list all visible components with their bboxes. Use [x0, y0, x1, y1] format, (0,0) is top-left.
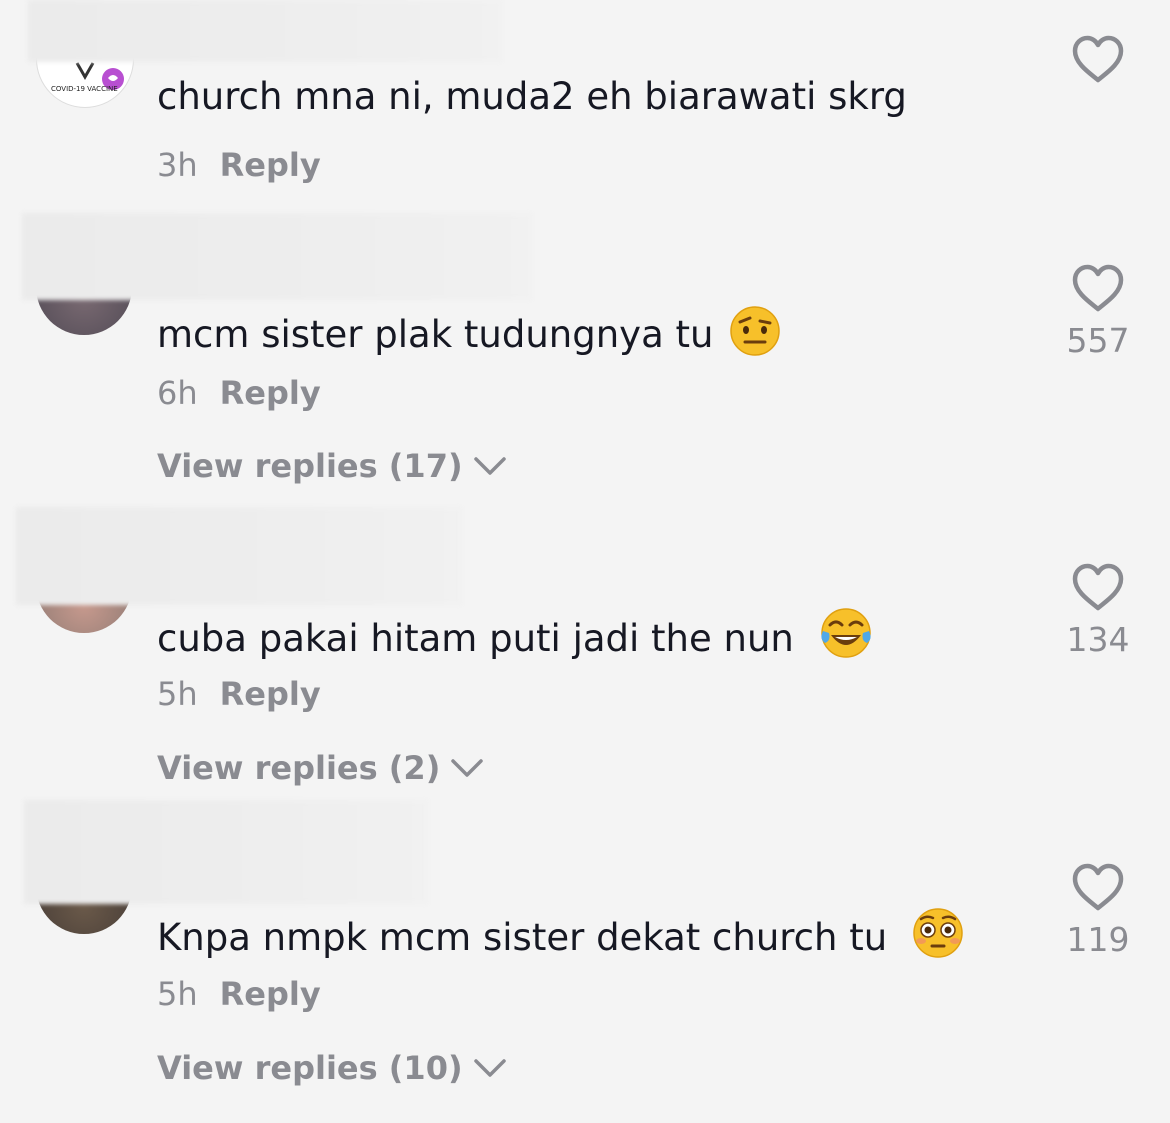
comment-item: COVID-19 VACCINE church mna ni, muda2 eh… [0, 0, 1170, 210]
like-button[interactable]: 557 [1056, 263, 1140, 360]
view-replies-label: View replies (17) [157, 447, 463, 485]
comment-meta: 3h Reply [157, 146, 321, 184]
blurred-username [22, 213, 532, 300]
comment-meta: 5h Reply [157, 675, 321, 713]
comment-text: church mna ni, muda2 eh biarawati skrg [157, 75, 907, 118]
chevron-down-icon [473, 457, 506, 475]
comment-item: mcm sister plak tudungnya tu 6h Reply Vie… [0, 213, 1170, 503]
like-button[interactable] [1056, 34, 1140, 84]
flushed-emoji [913, 908, 963, 958]
comment-item: cuba pakai hitam puti jadi the nun 5h Rep… [0, 507, 1170, 797]
like-button[interactable]: 119 [1056, 862, 1140, 959]
comment-text: cuba pakai hitam puti jadi the nun [157, 605, 874, 661]
chevron-down-icon [451, 759, 484, 777]
tears-of-joy-emoji [820, 608, 871, 658]
like-count: 119 [1066, 920, 1130, 959]
view-replies-label: View replies (2) [157, 749, 441, 787]
comment-text: Knpa nmpk mcm sister dekat church tu [157, 906, 965, 960]
reply-button[interactable]: Reply [220, 675, 321, 713]
timestamp: 5h [157, 975, 198, 1013]
view-replies-button[interactable]: View replies (17) [157, 447, 507, 485]
heart-icon [1072, 264, 1124, 312]
like-button[interactable]: 134 [1056, 562, 1140, 659]
comment-item: Knpa nmpk mcm sister dekat church tu 5h R… [0, 800, 1170, 1123]
timestamp: 3h [157, 146, 198, 184]
like-count: 557 [1066, 321, 1130, 360]
comment-meta: 6h Reply [157, 374, 321, 412]
raised-eyebrow-emoji [730, 306, 780, 356]
view-replies-button[interactable]: View replies (10) [157, 1049, 507, 1087]
blurred-username [28, 0, 502, 62]
reply-button[interactable]: Reply [220, 975, 321, 1013]
heart-icon [1072, 35, 1124, 83]
comment-meta: 5h Reply [157, 975, 321, 1013]
reply-button[interactable]: Reply [220, 374, 321, 412]
heart-icon [1072, 863, 1124, 911]
blurred-username [24, 800, 428, 904]
heart-icon [1072, 563, 1124, 611]
like-count: 134 [1066, 620, 1130, 659]
blurred-username [16, 507, 462, 605]
view-replies-label: View replies (10) [157, 1049, 463, 1087]
timestamp: 6h [157, 374, 198, 412]
comment-text: mcm sister plak tudungnya tu [157, 305, 781, 357]
chevron-down-icon [473, 1059, 506, 1077]
view-replies-button[interactable]: View replies (2) [157, 749, 484, 787]
reply-button[interactable]: Reply [220, 146, 321, 184]
badge-text: COVID-19 VACCINE [51, 85, 118, 93]
timestamp: 5h [157, 675, 198, 713]
